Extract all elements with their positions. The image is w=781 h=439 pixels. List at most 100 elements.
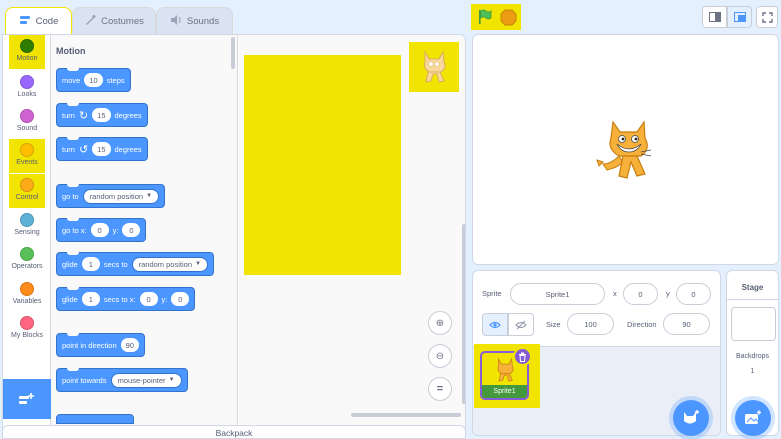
brush-icon [84,14,96,29]
glide-dropdown[interactable]: random position ▼ [131,256,208,272]
hide-sprite-button[interactable] [508,313,534,336]
category-variables[interactable]: Variables [9,278,45,312]
choose-backdrop-button[interactable] [735,400,771,436]
rotate-clockwise-icon: ↻ [78,109,89,122]
tab-costumes[interactable]: Costumes [72,7,156,34]
secs-input[interactable]: 1 [81,292,100,306]
block-text: go to x: [62,225,87,235]
direction-field[interactable]: 90 [663,313,710,335]
backdrops-count: 1 [750,368,755,375]
eye-icon [489,321,501,328]
stage-divider [727,299,778,300]
category-sound[interactable]: Sound [9,105,45,139]
chevron-down-icon: ▼ [168,377,175,383]
direction-input[interactable]: 90 [120,338,139,352]
zoom-reset-icon: = [436,383,444,395]
category-events[interactable]: Events [9,139,45,173]
green-flag-icon[interactable] [476,8,494,26]
stop-icon[interactable] [500,9,517,26]
eye-slash-icon [515,320,527,329]
category-label: Motion [16,55,38,62]
dropdown-value: random position [89,191,144,201]
large-stage-button[interactable] [727,6,752,28]
delete-sprite-button[interactable] [513,347,532,366]
code-icon [19,15,31,28]
show-sprite-button[interactable] [482,313,508,336]
sprite-tile-name-bar: Sprite1 [482,385,527,398]
code-area: Motion Looks Sound Events Control Sensin… [2,34,466,432]
category-operators[interactable]: Operators [9,243,45,277]
block-text: degrees [114,144,142,154]
block-text: point in direction [62,340,117,350]
block-text: glide [62,259,78,269]
block-text: y: [161,294,168,304]
x-field[interactable]: 0 [623,283,658,305]
block-glide-to-xy[interactable]: glide 1 secs to x: 0 y: 0 [56,287,196,311]
stage-title: Stage [741,283,764,292]
my-blocks-dot-icon [20,316,34,330]
trash-icon [519,352,526,362]
script-area[interactable]: ⊕ ⊖ = [239,35,465,431]
y-input[interactable]: 0 [171,292,190,306]
stage[interactable] [472,34,779,265]
zoom-in-button[interactable]: ⊕ [428,311,452,335]
sensing-dot-icon [20,213,34,227]
chevron-down-icon: ▼ [146,193,153,199]
fullscreen-icon [761,11,773,23]
x-input[interactable]: 0 [90,223,109,237]
backdrop-thumbnail[interactable] [731,307,776,341]
category-control[interactable]: Control [9,174,45,208]
degrees-input[interactable]: 15 [92,108,111,122]
fullscreen-button[interactable] [756,6,778,28]
horizontal-scrollbar[interactable] [351,413,461,417]
category-looks[interactable]: Looks [9,71,45,105]
looks-dot-icon [20,75,34,89]
palette-scrollbar[interactable] [231,37,235,69]
cat-sprite-icon[interactable] [593,116,657,184]
category-motion[interactable]: Motion [9,35,45,69]
y-input[interactable]: 0 [122,223,141,237]
backpack-bar[interactable]: Backpack [2,425,466,439]
size-label: Size [546,320,561,329]
small-stage-icon [708,12,721,22]
sprite-name-field[interactable]: Sprite1 [510,283,605,305]
chevron-down-icon: ▼ [195,261,201,267]
vertical-scrollbar[interactable] [462,224,465,404]
sprite-name-label: Sprite [482,289,502,298]
choose-sprite-button[interactable] [673,400,709,436]
degrees-input[interactable]: 15 [92,142,111,156]
block-text: move [62,75,81,85]
block-go-to[interactable]: go to random position ▼ [56,184,166,208]
steps-input[interactable]: 10 [84,73,103,87]
block-go-to-xy[interactable]: go to x: 0 y: 0 [56,218,147,242]
category-sensing[interactable]: Sensing [9,209,45,243]
add-extension-button[interactable] [3,379,51,419]
partial-block[interactable] [56,414,134,424]
secs-input[interactable]: 1 [81,257,100,271]
block-glide-to[interactable]: glide 1 secs to random position ▼ [56,252,214,276]
x-input[interactable]: 0 [139,292,158,306]
zoom-out-icon: ⊖ [435,350,445,362]
rotate-counterclockwise-icon: ↺ [78,143,89,156]
control-dot-icon [20,178,34,192]
block-turn-left[interactable]: turn ↺ 15 degrees [56,137,148,161]
block-turn-right[interactable]: turn ↻ 15 degrees [56,103,148,127]
small-stage-button[interactable] [702,6,727,28]
operators-dot-icon [20,247,34,261]
y-field[interactable]: 0 [676,283,711,305]
go-to-dropdown[interactable]: random position ▼ [82,188,160,204]
tab-sounds[interactable]: Sounds [156,7,233,34]
size-field[interactable]: 100 [567,313,614,335]
block-move-steps[interactable]: move 10 steps [56,68,131,92]
block-text: turn [62,144,75,154]
sound-dot-icon [20,109,34,123]
point-towards-dropdown[interactable]: mouse-pointer ▼ [110,372,182,388]
block-point-in-direction[interactable]: point in direction 90 [56,333,145,357]
zoom-out-button[interactable]: ⊖ [428,344,452,368]
tab-code[interactable]: Code [5,7,72,34]
zoom-reset-button[interactable]: = [428,377,452,401]
block-point-towards[interactable]: point towards mouse-pointer ▼ [56,368,188,392]
block-text: turn [62,110,75,120]
category-my-blocks[interactable]: My Blocks [9,312,45,346]
script-area-highlight [244,55,401,275]
